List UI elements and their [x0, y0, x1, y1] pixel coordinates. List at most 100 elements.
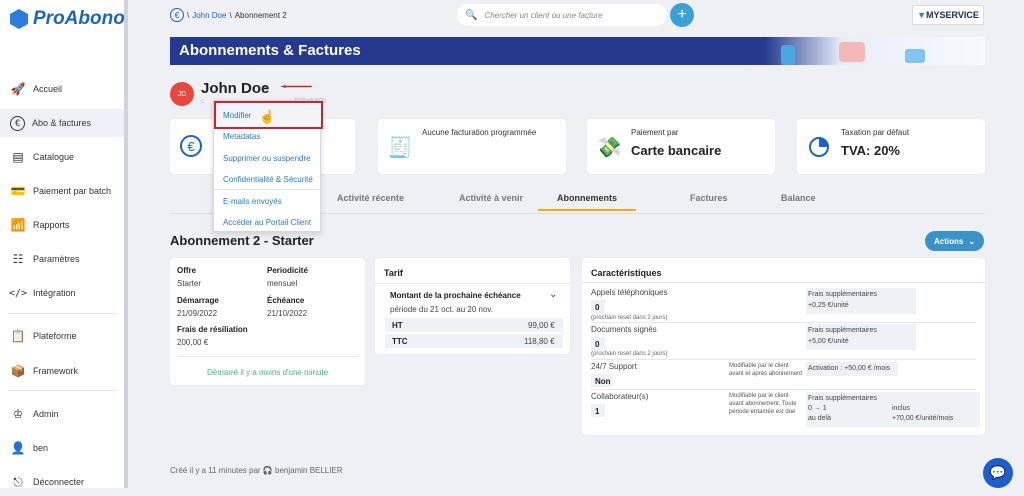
- tab-activite-a-venir[interactable]: Activité à venir: [459, 193, 523, 203]
- feature-price-label: Frais supplémentaires: [808, 291, 877, 298]
- chat-button[interactable]: 💬: [983, 458, 1013, 488]
- feature-price: +5,00 €/unité: [808, 338, 849, 345]
- tab-abonnements[interactable]: Abonnements: [538, 193, 637, 211]
- sidebar-item-label: Abo & factures: [32, 118, 92, 128]
- menu-item-confidentialite[interactable]: Confidentialité & Sécurité: [223, 175, 313, 184]
- sidebar-item-deconnecter[interactable]: ⎋ Déconnecter: [0, 468, 124, 496]
- footer-meta: Créé il y a 11 minutes par 🎧 benjamin BE…: [170, 466, 343, 475]
- sidebar-item-label: Framework: [33, 366, 79, 376]
- brand-logo[interactable]: ▼ MYSERVICE: [912, 5, 984, 25]
- divider: [177, 356, 358, 357]
- features-title: Caractéristiques: [591, 268, 662, 278]
- add-button[interactable]: +: [670, 3, 694, 27]
- tab-factures[interactable]: Factures: [690, 193, 728, 203]
- sidebar-item-rapports[interactable]: 📶 Rapports: [0, 211, 124, 239]
- sidebar-item-abo-factures[interactable]: € Abo & factures: [0, 109, 124, 137]
- banner-illustration: [765, 37, 985, 65]
- feature-modif-note: Modifiable par le client avant et après …: [729, 363, 803, 377]
- tier-value: inclus: [892, 405, 910, 412]
- logo-text: ProAbono: [33, 8, 125, 29]
- chat-icon: 💬: [989, 465, 1007, 480]
- stat-card-billing: 🧾 Aucune facturation programmée: [378, 119, 566, 174]
- menu-divider: [214, 189, 320, 190]
- sidebar-item-integration[interactable]: </> Intégration: [0, 279, 124, 307]
- chevron-down-icon[interactable]: ⌄: [549, 289, 557, 300]
- start-label: Démarrage: [177, 296, 219, 305]
- sidebar-item-label: Déconnecter: [33, 477, 85, 487]
- feature-name: 24/7 Support: [591, 362, 637, 371]
- chart-icon: 📶: [10, 218, 26, 232]
- tab-balance[interactable]: Balance: [781, 193, 816, 203]
- feature-price-label: Frais supplémentaires: [808, 327, 877, 334]
- started-note: Démarré il y a moins d'une minute: [207, 368, 329, 377]
- created-by: benjamin BELLIER: [275, 466, 343, 475]
- ttc-value: 118,80 €: [524, 337, 555, 346]
- sidebar-item-user[interactable]: 👤 ben: [0, 434, 124, 462]
- euro-icon: €: [10, 115, 25, 131]
- menu-item-emails[interactable]: E-mails envoyés: [223, 197, 282, 206]
- customer-name[interactable]: John Doe: [201, 80, 269, 97]
- sidebar-scrollbar[interactable]: [124, 0, 128, 488]
- stat-label: Taxation par défaut: [841, 128, 910, 137]
- features-card: Caractéristiques Appels téléphoniques 0 …: [582, 258, 985, 435]
- sidebar-divider: [8, 390, 118, 391]
- stat-label: Aucune facturation programmée: [422, 128, 537, 137]
- offer-label: Offre: [177, 266, 197, 275]
- chevron-up-icon[interactable]: ^: [263, 84, 267, 94]
- actions-button[interactable]: Actions ⌄: [925, 231, 984, 251]
- actions-label: Actions: [933, 236, 964, 246]
- rocket-icon: 🚀: [10, 82, 26, 96]
- banner-illustration-shape: [905, 49, 925, 63]
- brand-name: MYSERVICE: [926, 10, 979, 20]
- hand-cursor-icon: ☝: [259, 109, 276, 124]
- feature-value: 1: [595, 407, 600, 416]
- stat-card-tax: Taxation par défaut TVA: 20%: [797, 119, 985, 174]
- period-label: Periodicité: [267, 266, 308, 275]
- sidebar-item-catalogue[interactable]: ▤ Catalogue: [0, 143, 124, 171]
- subscription-details-card: Offre Starter Periodicité mensuel Démarr…: [170, 258, 365, 385]
- box-icon: 📦: [10, 364, 26, 378]
- search-placeholder: Chercher un client ou une facture: [484, 10, 603, 20]
- period-value: mensuel: [267, 279, 298, 288]
- pie-icon: [807, 135, 831, 159]
- sidebar-item-label: ben: [33, 443, 49, 453]
- menu-item-portail[interactable]: Accéder au Portail Client: [223, 218, 311, 227]
- sidebar: ProAbono 🚀 Accueil € Abo & factures ▤ Catal…: [0, 0, 127, 489]
- menu-item-supprimer[interactable]: Supprimer ou suspendre: [223, 154, 311, 163]
- chevron-down-icon: ⌄: [968, 236, 976, 246]
- feature-modif-note: Modifiable par le client avant abonnemen…: [729, 393, 797, 415]
- breadcrumb-customer-link[interactable]: John Doe: [192, 11, 226, 20]
- sidebar-item-admin[interactable]: ♔ Admin: [0, 400, 124, 428]
- red-arrow-annotation: [280, 85, 312, 88]
- clipboard-icon: 📋: [10, 329, 26, 343]
- sidebar-item-paiement-batch[interactable]: 💳 Paiement par batch: [0, 177, 124, 205]
- breadcrumb: € \ John Doe \ Abonnement 2: [170, 8, 287, 22]
- proabono-logo[interactable]: ProAbono: [10, 8, 125, 30]
- stat-value: Carte bancaire: [631, 143, 722, 158]
- banner-illustration-shape: [839, 42, 865, 62]
- sliders-icon: ☷: [12, 252, 24, 266]
- sidebar-item-framework[interactable]: 📦 Framework: [0, 357, 124, 385]
- sidebar-item-parametres[interactable]: ☷ Paramètres: [0, 245, 124, 273]
- tier-range: au delà: [808, 415, 831, 422]
- sidebar-item-label: Plateforme: [33, 331, 77, 341]
- search-input[interactable]: 🔍 Chercher un client ou une facture: [457, 4, 667, 26]
- sidebar-item-label: Catalogue: [33, 152, 75, 162]
- feature-price-label: Activation : +50,00 € /mois: [808, 365, 891, 372]
- tab-activite-recente[interactable]: Activité récente: [337, 193, 404, 203]
- feature-name: Appels téléphoniques: [591, 288, 668, 297]
- breadcrumb-separator: \: [229, 10, 232, 20]
- divider: [591, 359, 976, 360]
- fee-value: 200,00 €: [177, 338, 209, 347]
- stat-label: Paiement par: [631, 128, 679, 137]
- menu-item-metadatas[interactable]: Metadatas: [223, 132, 260, 141]
- next-amount-label: Montant de la prochaine échéance: [390, 291, 521, 300]
- sidebar-item-accueil[interactable]: 🚀 Accueil: [0, 75, 124, 103]
- page-banner: Abonnements & Factures: [170, 37, 985, 65]
- sidebar-item-label: Paramètres: [33, 254, 80, 264]
- tarif-title: Tarif: [384, 268, 403, 278]
- menu-item-modifier[interactable]: Modifier: [223, 111, 251, 120]
- tab-bar: Activité récente Activité à venir Abonne…: [320, 193, 840, 213]
- sidebar-item-plateforme[interactable]: 📋 Plateforme: [0, 322, 124, 350]
- divider: [582, 282, 985, 283]
